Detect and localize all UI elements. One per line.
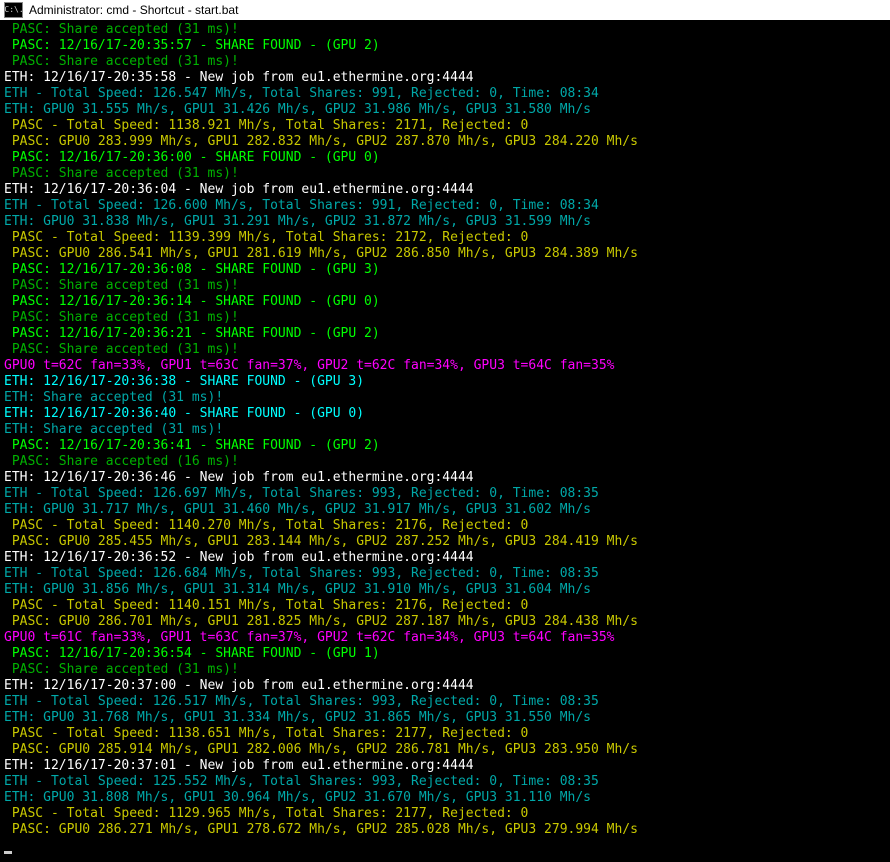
- terminal-cursor: [4, 851, 12, 854]
- terminal-line: PASC: 12/16/17-20:36:41 - SHARE FOUND - …: [4, 438, 886, 454]
- terminal-line: ETH: 12/16/17-20:36:46 - New job from eu…: [4, 470, 886, 486]
- terminal-line: PASC - Total Speed: 1140.270 Mh/s, Total…: [4, 518, 886, 534]
- terminal-line: PASC: GPU0 283.999 Mh/s, GPU1 282.832 Mh…: [4, 134, 886, 150]
- terminal-line: GPU0 t=61C fan=33%, GPU1 t=63C fan=37%, …: [4, 630, 886, 646]
- terminal-line: ETH: 12/16/17-20:36:40 - SHARE FOUND - (…: [4, 406, 886, 422]
- terminal-line: ETH - Total Speed: 125.552 Mh/s, Total S…: [4, 774, 886, 790]
- terminal-line: PASC: 12/16/17-20:35:57 - SHARE FOUND - …: [4, 38, 886, 54]
- terminal-line: PASC: 12/16/17-20:36:00 - SHARE FOUND - …: [4, 150, 886, 166]
- terminal-line: PASC: GPU0 286.271 Mh/s, GPU1 278.672 Mh…: [4, 822, 886, 838]
- terminal-line: ETH: Share accepted (31 ms)!: [4, 422, 886, 438]
- terminal-line: PASC - Total Speed: 1138.921 Mh/s, Total…: [4, 118, 886, 134]
- terminal-line: PASC: 12/16/17-20:36:21 - SHARE FOUND - …: [4, 326, 886, 342]
- terminal-line: PASC: Share accepted (31 ms)!: [4, 54, 886, 70]
- terminal-line: ETH: 12/16/17-20:37:00 - New job from eu…: [4, 678, 886, 694]
- terminal-line: PASC: Share accepted (31 ms)!: [4, 310, 886, 326]
- terminal-line: PASC - Total Speed: 1138.651 Mh/s, Total…: [4, 726, 886, 742]
- terminal-line: GPU0 t=62C fan=33%, GPU1 t=63C fan=37%, …: [4, 358, 886, 374]
- window-titlebar[interactable]: C:\. Administrator: cmd - Shortcut - sta…: [0, 0, 890, 20]
- terminal-line: PASC: GPU0 285.914 Mh/s, GPU1 282.006 Mh…: [4, 742, 886, 758]
- terminal-line: PASC: 12/16/17-20:36:14 - SHARE FOUND - …: [4, 294, 886, 310]
- terminal-line: PASC: Share accepted (31 ms)!: [4, 278, 886, 294]
- terminal-line: PASC: GPU0 285.455 Mh/s, GPU1 283.144 Mh…: [4, 534, 886, 550]
- terminal-line: PASC: GPU0 286.701 Mh/s, GPU1 281.825 Mh…: [4, 614, 886, 630]
- terminal-line: PASC: 12/16/17-20:36:08 - SHARE FOUND - …: [4, 262, 886, 278]
- terminal-line: ETH - Total Speed: 126.600 Mh/s, Total S…: [4, 198, 886, 214]
- terminal-line: ETH: 12/16/17-20:35:58 - New job from eu…: [4, 70, 886, 86]
- terminal-line: ETH: 12/16/17-20:37:01 - New job from eu…: [4, 758, 886, 774]
- terminal-line: PASC: Share accepted (31 ms)!: [4, 342, 886, 358]
- terminal-line: ETH: 12/16/17-20:36:38 - SHARE FOUND - (…: [4, 374, 886, 390]
- terminal-line: PASC: Share accepted (31 ms)!: [4, 166, 886, 182]
- terminal-line: PASC: 12/16/17-20:36:54 - SHARE FOUND - …: [4, 646, 886, 662]
- terminal-line: ETH: GPU0 31.838 Mh/s, GPU1 31.291 Mh/s,…: [4, 214, 886, 230]
- terminal-line: ETH: GPU0 31.555 Mh/s, GPU1 31.426 Mh/s,…: [4, 102, 886, 118]
- terminal-line: PASC: Share accepted (31 ms)!: [4, 22, 886, 38]
- terminal-line: ETH: 12/16/17-20:36:04 - New job from eu…: [4, 182, 886, 198]
- window-title: Administrator: cmd - Shortcut - start.ba…: [29, 0, 238, 20]
- terminal-cursor-line: [4, 838, 886, 854]
- terminal-line: ETH - Total Speed: 126.697 Mh/s, Total S…: [4, 486, 886, 502]
- terminal-line: ETH - Total Speed: 126.684 Mh/s, Total S…: [4, 566, 886, 582]
- terminal-line: ETH: GPU0 31.808 Mh/s, GPU1 30.964 Mh/s,…: [4, 790, 886, 806]
- terminal-line: PASC: GPU0 286.541 Mh/s, GPU1 281.619 Mh…: [4, 246, 886, 262]
- terminal-line: ETH: GPU0 31.768 Mh/s, GPU1 31.334 Mh/s,…: [4, 710, 886, 726]
- terminal-line: ETH - Total Speed: 126.517 Mh/s, Total S…: [4, 694, 886, 710]
- terminal-line: PASC - Total Speed: 1140.151 Mh/s, Total…: [4, 598, 886, 614]
- terminal-line: PASC - Total Speed: 1139.399 Mh/s, Total…: [4, 230, 886, 246]
- terminal-line: ETH: GPU0 31.856 Mh/s, GPU1 31.314 Mh/s,…: [4, 582, 886, 598]
- terminal-line: ETH: GPU0 31.717 Mh/s, GPU1 31.460 Mh/s,…: [4, 502, 886, 518]
- terminal-output[interactable]: PASC: Share accepted (31 ms)! PASC: 12/1…: [0, 20, 890, 856]
- terminal-line: ETH: Share accepted (31 ms)!: [4, 390, 886, 406]
- terminal-line: ETH: 12/16/17-20:36:52 - New job from eu…: [4, 550, 886, 566]
- cmd-icon: C:\.: [4, 2, 23, 18]
- terminal-line: PASC: Share accepted (16 ms)!: [4, 454, 886, 470]
- terminal-line: PASC: Share accepted (31 ms)!: [4, 662, 886, 678]
- terminal-line: ETH - Total Speed: 126.547 Mh/s, Total S…: [4, 86, 886, 102]
- terminal-line: PASC - Total Speed: 1129.965 Mh/s, Total…: [4, 806, 886, 822]
